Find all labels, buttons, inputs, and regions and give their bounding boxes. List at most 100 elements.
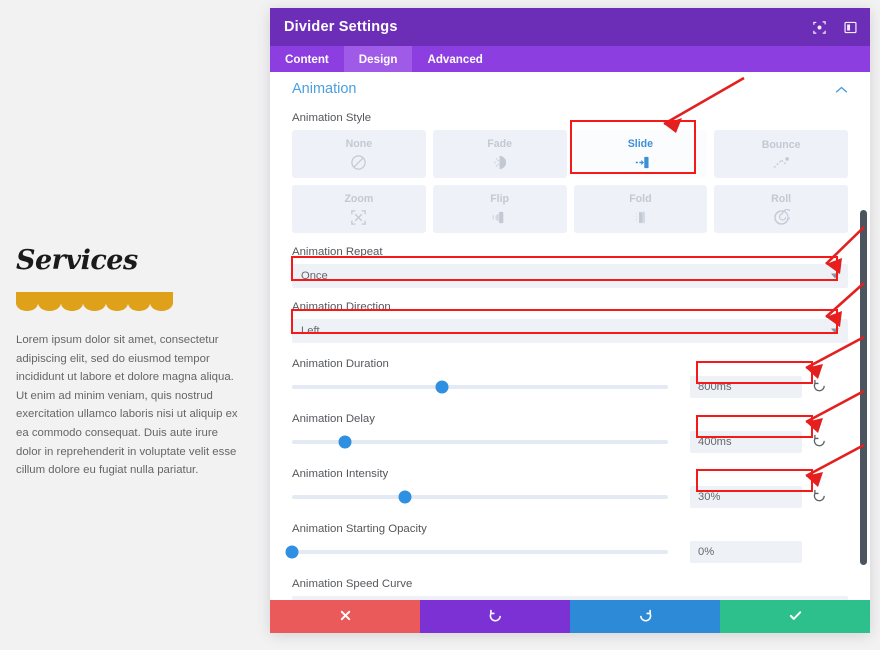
animation-section-header[interactable]: Animation <box>270 72 870 103</box>
save-button[interactable] <box>720 600 870 633</box>
undo-arrow-icon <box>488 608 503 626</box>
option-label: Slide <box>628 138 653 150</box>
layout-toggle-icon[interactable] <box>843 20 858 35</box>
modal-body: Animation Animation Style None <box>270 72 870 604</box>
animation-style-option-flip[interactable]: Flip <box>433 185 567 233</box>
scallop <box>106 301 128 311</box>
animation-duration-input[interactable]: 800ms <box>690 376 802 398</box>
option-label: Zoom <box>344 193 373 205</box>
redo-button[interactable] <box>570 600 720 633</box>
slide-arrow-icon <box>630 154 651 171</box>
animation-intensity-slider[interactable] <box>292 495 668 499</box>
option-label: Flip <box>490 193 509 205</box>
cancel-button[interactable] <box>270 600 420 633</box>
section-title: Animation <box>292 81 356 97</box>
fullscreen-icon[interactable] <box>812 20 827 35</box>
modal-header: Divider Settings <box>270 8 870 46</box>
animation-style-option-zoom[interactable]: Zoom <box>292 185 426 233</box>
bounce-arc-icon <box>772 155 791 170</box>
animation-delay-slider[interactable] <box>292 440 668 444</box>
checkmark-icon <box>788 608 803 626</box>
divider-scallops <box>16 301 173 311</box>
flip-card-icon <box>491 209 508 226</box>
services-heading: Services <box>16 245 238 276</box>
animation-repeat-value: Once <box>301 270 328 282</box>
animation-duration-label: Animation Duration <box>292 358 848 370</box>
animation-style-option-bounce[interactable]: Bounce <box>714 130 848 178</box>
animation-delay-value: 400ms <box>698 436 732 448</box>
chevron-down-icon <box>831 274 839 279</box>
animation-starting-opacity-slider-row: 0% <box>292 541 848 563</box>
animation-direction-select[interactable]: Left <box>292 319 848 343</box>
slider-handle[interactable] <box>338 436 351 449</box>
animation-style-label: Animation Style <box>292 112 848 124</box>
reset-arrow-icon[interactable] <box>812 433 827 451</box>
scallop <box>16 301 38 311</box>
animation-style-option-fade[interactable]: Fade <box>433 130 567 178</box>
scallop <box>38 301 60 311</box>
animation-starting-opacity-input[interactable]: 0% <box>690 541 802 563</box>
reset-arrow-icon[interactable] <box>812 378 827 396</box>
roll-spiral-icon <box>773 209 790 226</box>
scallop <box>128 301 150 311</box>
divider-settings-modal: Divider Settings Content Design Advanced… <box>270 8 870 633</box>
modal-footer <box>270 600 870 633</box>
scallop <box>83 301 105 311</box>
redo-arrow-icon <box>638 608 653 626</box>
animation-duration-slider-row: 800ms <box>292 376 848 398</box>
animation-duration-value: 800ms <box>698 381 732 393</box>
animation-style-field: Animation Style None Fade <box>270 112 870 233</box>
animation-style-grid: None Fade <box>292 130 848 233</box>
scallop <box>61 301 83 311</box>
panel-scrollbar[interactable] <box>860 210 867 565</box>
animation-direction-field: Animation Direction Left <box>270 301 870 343</box>
modal-tabs: Content Design Advanced <box>270 46 870 72</box>
animation-style-option-roll[interactable]: Roll <box>714 185 848 233</box>
animation-intensity-slider-row: 30% <box>292 486 848 508</box>
tab-advanced[interactable]: Advanced <box>412 46 497 72</box>
animation-style-option-slide[interactable]: Slide <box>574 130 708 178</box>
option-label: None <box>346 138 372 150</box>
tab-content[interactable]: Content <box>270 46 344 72</box>
animation-starting-opacity-slider[interactable] <box>292 550 668 554</box>
animation-repeat-field: Animation Repeat Once <box>270 246 870 288</box>
slider-handle[interactable] <box>436 381 449 394</box>
page-left-content: Services Lorem ipsum dolor sit amet, con… <box>0 0 270 650</box>
animation-repeat-select[interactable]: Once <box>292 264 848 288</box>
animation-duration-slider[interactable] <box>292 385 668 389</box>
animation-delay-slider-row: 400ms <box>292 431 848 453</box>
slider-handle[interactable] <box>398 491 411 504</box>
animation-intensity-input[interactable]: 30% <box>690 486 802 508</box>
services-section: Services Lorem ipsum dolor sit amet, con… <box>16 245 238 480</box>
no-entry-icon <box>350 154 367 171</box>
animation-delay-label: Animation Delay <box>292 413 848 425</box>
fade-circle-icon <box>491 154 508 171</box>
reset-arrow-icon[interactable] <box>812 488 827 506</box>
services-paragraph: Lorem ipsum dolor sit amet, consectetur … <box>16 331 238 480</box>
animation-starting-opacity-label: Animation Starting Opacity <box>292 523 848 535</box>
animation-starting-opacity-value: 0% <box>698 546 714 558</box>
slider-handle[interactable] <box>286 546 299 559</box>
option-label: Bounce <box>762 139 801 151</box>
animation-style-option-fold[interactable]: Fold <box>574 185 708 233</box>
animation-direction-label: Animation Direction <box>292 301 848 313</box>
fold-page-icon <box>632 209 649 226</box>
chevron-down-icon <box>831 329 839 334</box>
tab-design[interactable]: Design <box>344 46 413 72</box>
undo-button[interactable] <box>420 600 570 633</box>
animation-starting-opacity-field: Animation Starting Opacity 0% <box>270 523 870 563</box>
close-x-icon <box>339 609 352 625</box>
animation-delay-field: Animation Delay 400ms <box>270 413 870 453</box>
animation-intensity-field: Animation Intensity 30% <box>270 468 870 508</box>
animation-repeat-label: Animation Repeat <box>292 246 848 258</box>
animation-intensity-value: 30% <box>698 491 720 503</box>
animation-speed-curve-label: Animation Speed Curve <box>292 578 848 590</box>
option-label: Roll <box>771 193 791 205</box>
animation-duration-field: Animation Duration 800ms <box>270 358 870 398</box>
chevron-up-icon[interactable] <box>835 83 848 96</box>
option-label: Fold <box>629 193 651 205</box>
animation-delay-input[interactable]: 400ms <box>690 431 802 453</box>
animation-style-option-none[interactable]: None <box>292 130 426 178</box>
animation-direction-value: Left <box>301 325 320 337</box>
option-label: Fade <box>487 138 512 150</box>
